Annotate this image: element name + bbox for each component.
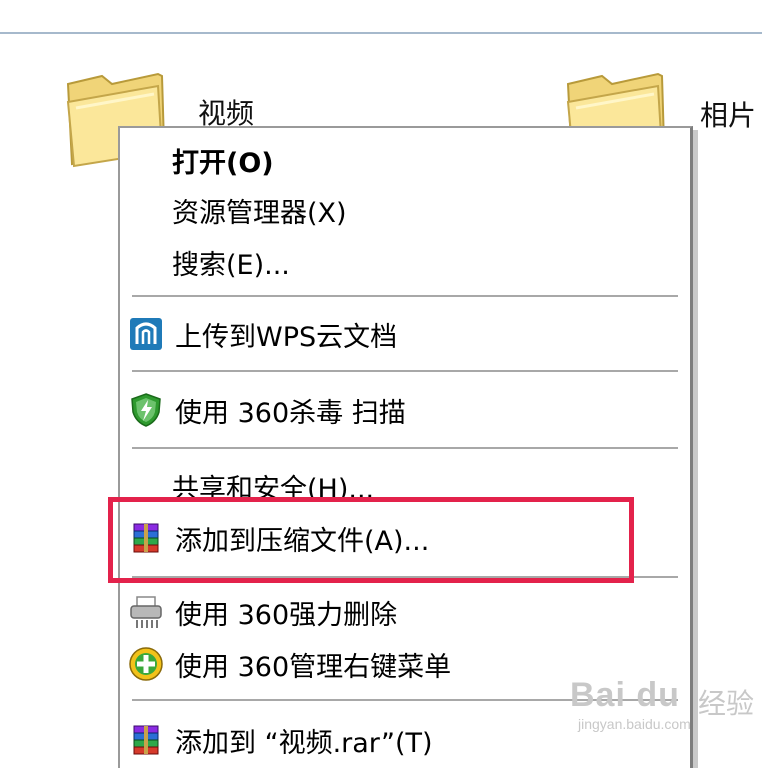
highlight-annotation	[108, 497, 634, 583]
menu-item-label: 资源管理器(X)	[172, 197, 347, 229]
folder-label-photos: 相片	[700, 99, 757, 132]
watermark-brand: Bai du	[570, 676, 680, 714]
context-menu: 打开(O) 资源管理器(X) 搜索(E)... 上传到WPS云文档 使用 360…	[118, 126, 693, 768]
shredder-icon	[130, 596, 162, 628]
menu-item-explorer[interactable]: 资源管理器(X)	[120, 186, 685, 234]
menu-separator	[132, 447, 678, 450]
baidu-jingyan-watermark: Bai du 经验 jingyan.baidu.com	[570, 676, 760, 736]
menu-item-search[interactable]: 搜索(E)...	[120, 238, 685, 286]
watermark-cn: 经验	[698, 688, 755, 719]
menu-item-open[interactable]: 打开(O)	[120, 136, 685, 184]
winrar-icon	[133, 725, 159, 755]
plus-circle-icon	[129, 647, 163, 681]
menu-item-label: 搜索(E)...	[172, 249, 290, 281]
menu-item-label: 打开(O)	[172, 147, 274, 179]
watermark-url: jingyan.baidu.com	[578, 716, 691, 732]
menu-item-360-force-delete[interactable]: 使用 360强力删除	[120, 588, 685, 636]
menu-item-360-scan[interactable]: 使用 360杀毒 扫描	[120, 386, 685, 434]
wps-cloud-icon	[130, 318, 162, 350]
shield-icon	[131, 393, 161, 427]
menu-item-upload-wps[interactable]: 上传到WPS云文档	[120, 310, 685, 358]
window-top-edge	[0, 0, 762, 34]
menu-item-label: 添加到 “视频.rar”(T)	[175, 727, 433, 759]
menu-separator	[132, 370, 678, 373]
menu-item-label: 使用 360管理右键菜单	[175, 651, 452, 683]
menu-separator	[132, 295, 678, 298]
